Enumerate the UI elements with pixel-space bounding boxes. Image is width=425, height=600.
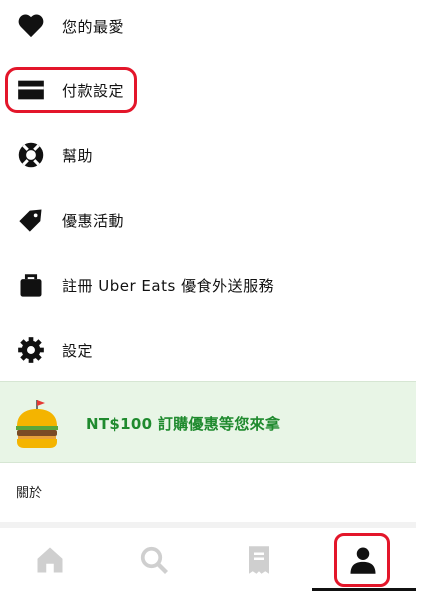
account-highlight-annotation (334, 533, 390, 587)
nav-orders-button[interactable] (237, 540, 281, 584)
menu-item-favorites[interactable]: 您的最愛 (0, 6, 418, 46)
menu-item-help[interactable]: 幫助 (0, 135, 418, 175)
menu-label-favorites: 您的最愛 (62, 17, 125, 36)
promo-banner[interactable]: NT$100 訂購優惠等您來拿 (0, 381, 416, 463)
menu-item-eats-pass[interactable]: 註冊 Uber Eats 優食外送服務 (0, 265, 418, 305)
gear-icon (16, 335, 46, 365)
bag-icon (16, 270, 46, 300)
burger-icon (14, 396, 60, 452)
bottom-navigation (0, 528, 425, 600)
payment-highlight-annotation (5, 67, 137, 113)
menu-label-settings: 設定 (62, 341, 94, 360)
menu-label-help: 幫助 (62, 146, 94, 165)
about-link[interactable]: 關於 (16, 482, 42, 501)
lifebuoy-icon (16, 140, 46, 170)
heart-icon (16, 11, 46, 41)
menu-label-eats-pass: 註冊 Uber Eats 優食外送服務 (62, 276, 275, 295)
search-icon (139, 545, 169, 579)
menu-item-settings[interactable]: 設定 (0, 330, 418, 370)
menu-item-promotions[interactable]: 優惠活動 (0, 200, 418, 240)
active-tab-indicator (312, 588, 416, 591)
receipt-icon (244, 545, 274, 579)
home-icon (35, 545, 65, 579)
promo-text: NT$100 訂購優惠等您來拿 (86, 415, 281, 433)
nav-home-button[interactable] (28, 540, 72, 584)
nav-search-button[interactable] (132, 540, 176, 584)
menu-label-promotions: 優惠活動 (62, 211, 125, 230)
tag-icon (16, 205, 46, 235)
